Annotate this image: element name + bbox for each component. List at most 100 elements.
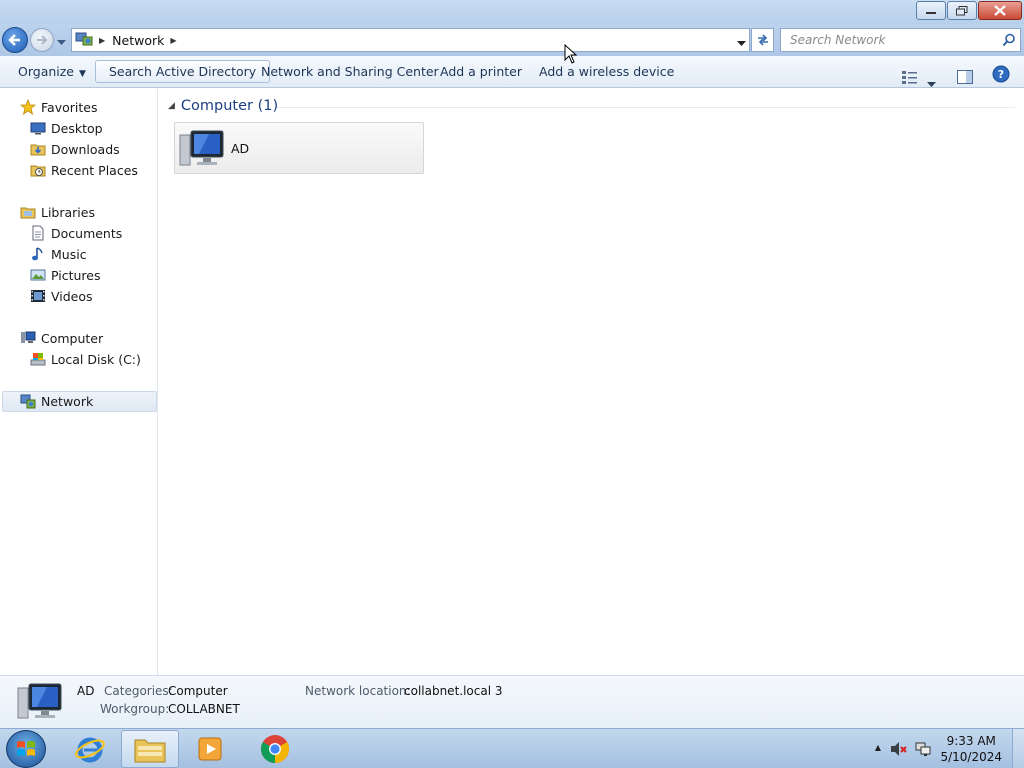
nav-network-label: Network (41, 394, 94, 409)
nav-videos-label: Videos (51, 288, 93, 304)
add-printer-button[interactable]: Add a printer (440, 56, 522, 87)
window-controls (916, 1, 1022, 20)
network-item-ad[interactable]: AD (174, 122, 424, 174)
svg-text:?: ? (998, 68, 1004, 81)
network-icon (20, 394, 36, 410)
restore-icon (956, 5, 968, 15)
libraries-icon (20, 204, 36, 220)
star-icon (19, 98, 37, 115)
volume-muted-icon[interactable] (890, 741, 908, 760)
clock-time: 9:33 AM (946, 734, 996, 748)
details-categories-value: Computer (168, 684, 228, 698)
chevron-down-icon (57, 40, 66, 45)
windows-logo-icon (17, 741, 35, 756)
nav-recent-places[interactable]: Recent Places (0, 160, 158, 180)
search-icon[interactable] (1002, 33, 1016, 50)
group-divider (277, 107, 1015, 108)
nav-music-label: Music (51, 246, 87, 262)
show-desktop-button[interactable] (1012, 729, 1024, 768)
computer-icon (20, 330, 36, 346)
change-view-button[interactable] (902, 64, 918, 84)
nav-desktop-label: Desktop (51, 120, 103, 136)
content-area: ◢ Computer (1) AD (159, 89, 1024, 675)
command-bar: Organize ▼ Search Active Directory Networ… (0, 56, 1024, 88)
taskbar-media-player[interactable] (182, 730, 240, 768)
help-button[interactable]: ? (992, 63, 1010, 83)
view-options-icon (902, 71, 917, 84)
navigation-pane: Favorites Desktop Downloads Recent Place… (0, 89, 158, 675)
clock[interactable]: 9:33 AM 5/10/2024 (940, 733, 1002, 765)
group-header-label: Computer (1) (180, 98, 279, 114)
address-bar[interactable]: ▶ Network ▶ (71, 28, 750, 52)
recent-places-icon (30, 162, 46, 178)
nav-computer-label: Computer (41, 330, 104, 346)
music-icon (30, 246, 46, 262)
address-row: ▶ Network ▶ Search Network (0, 24, 1024, 56)
nav-libraries-label: Libraries (41, 204, 95, 220)
organize-button[interactable]: Organize ▼ (18, 56, 86, 87)
nav-network[interactable]: Network (2, 391, 157, 412)
nav-music[interactable]: Music (0, 244, 158, 264)
nav-favorites-label: Favorites (41, 99, 98, 115)
computer-icon (17, 682, 63, 725)
back-button[interactable] (2, 27, 28, 53)
nav-local-disk-label: Local Disk (C:) (51, 351, 141, 367)
title-bar (0, 0, 1024, 24)
media-player-icon (198, 737, 222, 761)
nav-desktop[interactable]: Desktop (0, 118, 158, 138)
internet-explorer-icon (75, 737, 105, 763)
nav-libraries[interactable]: Libraries (0, 202, 158, 222)
search-input[interactable]: Search Network (780, 28, 1021, 52)
forward-button[interactable] (30, 28, 54, 52)
nav-favorites[interactable]: Favorites (0, 97, 158, 117)
pictures-icon (30, 267, 46, 283)
details-pane: AD Categories: Computer Workgroup: COLLA… (0, 675, 1024, 728)
address-history-dropdown[interactable] (737, 36, 746, 50)
nav-pictures[interactable]: Pictures (0, 265, 158, 285)
add-wireless-device-button[interactable]: Add a wireless device (539, 56, 674, 87)
details-categories-key: Categories: (104, 684, 173, 698)
search-active-directory-button[interactable]: Search Active Directory (95, 60, 271, 83)
refresh-icon (757, 34, 768, 46)
computer-icon (179, 129, 225, 172)
chrome-icon (261, 735, 289, 763)
breadcrumb-separator[interactable]: ▶ (99, 36, 105, 45)
breadcrumb-network[interactable]: Network (112, 33, 164, 48)
start-button[interactable] (6, 730, 46, 768)
back-arrow-icon (8, 34, 20, 46)
nav-videos[interactable]: Videos (0, 286, 158, 306)
taskbar: ▲ 9:33 AM 5/10/2024 (0, 728, 1024, 768)
details-location-key: Network location: (305, 684, 411, 698)
downloads-folder-icon (30, 141, 46, 157)
network-sharing-center-button[interactable]: Network and Sharing Center (261, 56, 439, 87)
refresh-button[interactable] (751, 28, 774, 52)
taskbar-file-explorer[interactable] (121, 730, 179, 768)
local-disk-icon (30, 351, 46, 367)
desktop-icon (30, 120, 46, 136)
network-tray-icon[interactable] (915, 741, 931, 760)
nav-computer[interactable]: Computer (0, 328, 158, 348)
collapse-triangle-icon[interactable]: ◢ (168, 101, 175, 111)
details-location-value: collabnet.local 3 (404, 684, 503, 698)
minimize-button[interactable] (916, 1, 946, 20)
network-icon (75, 31, 93, 50)
forward-arrow-icon (37, 35, 48, 45)
restore-button[interactable] (947, 1, 977, 20)
breadcrumb-separator[interactable]: ▶ (170, 36, 176, 45)
file-explorer-icon (134, 739, 166, 763)
preview-pane-icon (957, 70, 973, 84)
group-header-computer[interactable]: ◢ Computer (1) (168, 98, 278, 114)
taskbar-internet-explorer[interactable] (61, 730, 119, 768)
nav-downloads[interactable]: Downloads (0, 139, 158, 159)
close-button[interactable] (978, 1, 1022, 20)
view-options-dropdown[interactable] (927, 68, 936, 87)
nav-recent-places-label: Recent Places (51, 162, 138, 178)
preview-pane-button[interactable] (957, 64, 973, 84)
recent-pages-dropdown[interactable] (57, 35, 66, 49)
taskbar-chrome[interactable] (246, 730, 304, 768)
nav-local-disk[interactable]: Local Disk (C:) (0, 349, 158, 369)
close-icon (994, 5, 1006, 16)
nav-documents[interactable]: Documents (0, 223, 158, 243)
show-hidden-icons-icon[interactable]: ▲ (875, 743, 881, 752)
nav-documents-label: Documents (51, 225, 123, 241)
